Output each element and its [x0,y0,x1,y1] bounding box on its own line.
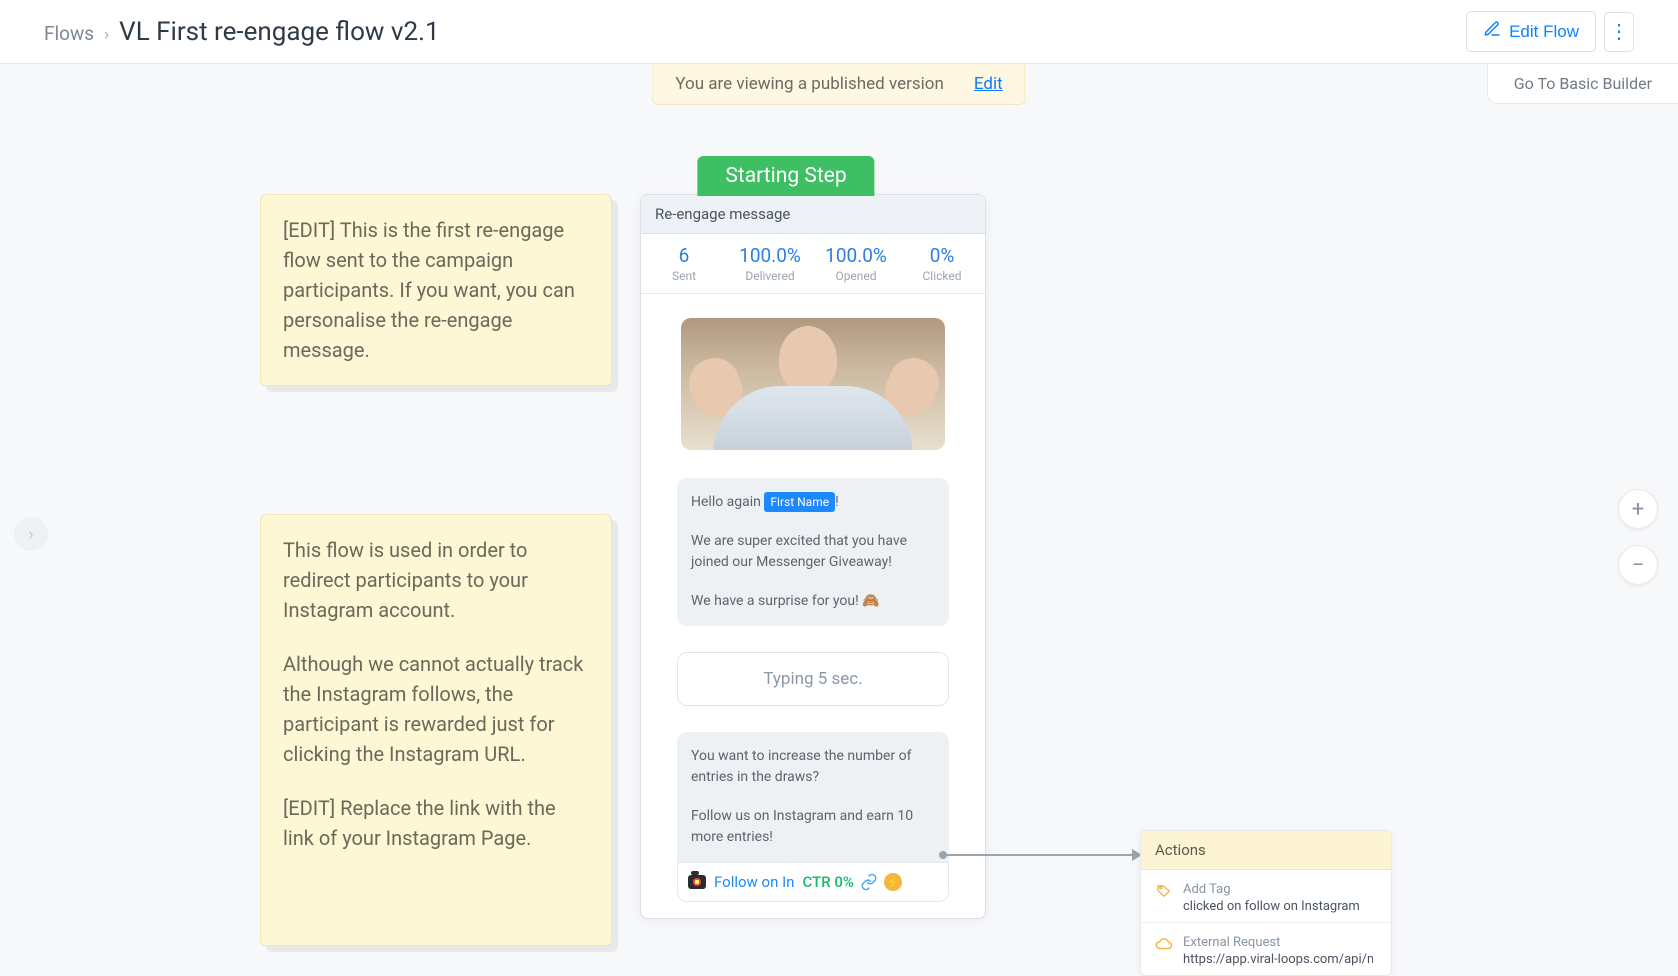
action-title: Add Tag [1183,882,1360,897]
minus-icon: − [1632,553,1645,578]
cta-label: Follow on In [714,873,794,891]
action-title: External Request [1183,935,1373,950]
actions-card-title: Actions [1141,831,1391,870]
kebab-icon: ⋮ [1609,19,1629,44]
topbar-actions: Edit Flow ⋮ [1466,11,1634,52]
zoom-in-button[interactable]: + [1618,489,1658,529]
stat-label: Sent [645,269,723,283]
action-subtitle: https://app.viral-loops.com/api/m [1183,952,1373,967]
bubble-line: Follow us on Instagram and earn 10 more … [691,806,935,848]
cloud-icon [1155,935,1173,953]
chevron-right-icon: › [28,524,33,545]
action-text: External Request https://app.viral-loops… [1183,935,1373,967]
plus-icon: + [1632,497,1644,522]
stat-value: 100.0% [731,244,809,267]
banner-edit-link[interactable]: Edit [974,74,1003,94]
sticky-note-text: Although we cannot actually track the In… [283,649,589,769]
breadcrumb-root[interactable]: Flows [44,22,94,45]
action-text: Add Tag clicked on follow on Instagram [1183,882,1360,914]
edit-flow-label: Edit Flow [1509,22,1579,42]
stat-sent[interactable]: 6 Sent [641,234,727,293]
flow-canvas[interactable]: › + − [EDIT] This is the first re-engage… [0,64,1678,936]
zoom-out-button[interactable]: − [1618,545,1658,585]
starting-step-badge: Starting Step [697,156,874,196]
sticky-note[interactable]: [EDIT] This is the first re-engage flow … [260,194,612,386]
message-bubble: You want to increase the number of entri… [677,732,949,862]
bubble-line: Hello again First Name! [691,492,935,513]
stat-value: 0% [903,244,981,267]
action-item-external-request[interactable]: External Request https://app.viral-loops… [1141,922,1391,975]
text: Hello again [691,494,764,510]
pencil-icon [1483,20,1501,43]
action-subtitle: clicked on follow on Instagram [1183,899,1360,914]
link-icon [860,873,878,891]
message-card-title: Re-engage message [641,195,985,234]
cta-ctr: CTR 0% [802,873,853,891]
topbar: Flows › VL First re-engage flow v2.1 Edi… [0,0,1678,64]
collapse-sidebar-button[interactable]: › [14,517,48,551]
chevron-right-icon: › [104,25,109,45]
published-version-banner: You are viewing a published version Edit [652,64,1025,105]
stat-label: Delivered [731,269,809,283]
cta-button-row[interactable]: Follow on In CTR 0% ⚡ [677,862,949,902]
page-title: VL First re-engage flow v2.1 [119,17,439,47]
message-bubble: Hello again First Name! We are super exc… [677,478,949,626]
message-image [681,318,945,450]
message-stats-row: 6 Sent 100.0% Delivered 100.0% Opened 0%… [641,234,985,294]
message-step-card[interactable]: Re-engage message 6 Sent 100.0% Delivere… [640,194,986,919]
sticky-note-text: This flow is used in order to redirect p… [283,535,589,625]
sticky-note[interactable]: This flow is used in order to redirect p… [260,514,612,946]
typing-delay-block[interactable]: Typing 5 sec. [677,652,949,706]
sticky-note-text: [EDIT] This is the first re-engage flow … [283,215,589,365]
edit-flow-button[interactable]: Edit Flow [1466,11,1596,52]
variable-chip-first-name: First Name [764,492,835,512]
stat-value: 100.0% [817,244,895,267]
text: ! [835,494,839,510]
tag-icon [1155,882,1173,900]
stat-label: Clicked [903,269,981,283]
action-item-add-tag[interactable]: Add Tag clicked on follow on Instagram [1141,870,1391,922]
more-menu-button[interactable]: ⋮ [1604,12,1634,52]
flow-connector [944,854,1140,856]
stat-opened[interactable]: 100.0% Opened [813,234,899,293]
sticky-note-text: [EDIT] Replace the link with the link of… [283,793,589,853]
banner-text: You are viewing a published version [675,74,944,94]
actions-step-card[interactable]: Actions Add Tag clicked on follow on Ins… [1140,830,1392,976]
bubble-line: We have a surprise for you! 🙈 [691,591,935,612]
stat-value: 6 [645,244,723,267]
breadcrumb: Flows › VL First re-engage flow v2.1 [44,17,440,47]
zoom-controls: + − [1618,489,1658,585]
stat-clicked[interactable]: 0% Clicked [899,234,985,293]
message-body: Hello again First Name! We are super exc… [641,294,985,918]
bubble-line: We are super excited that you have joine… [691,531,935,573]
stat-label: Opened [817,269,895,283]
action-icon: ⚡ [884,873,902,891]
stat-delivered[interactable]: 100.0% Delivered [727,234,813,293]
bubble-line: You want to increase the number of entri… [691,746,935,788]
instagram-icon [688,875,706,889]
